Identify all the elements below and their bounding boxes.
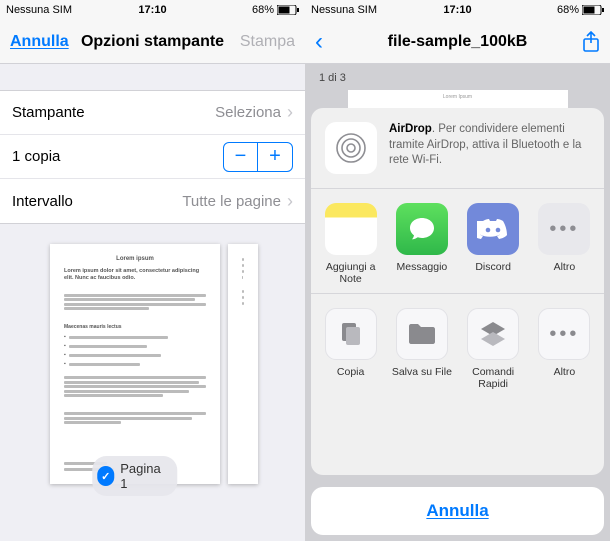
- printer-label: Stampante: [12, 104, 85, 121]
- carrier-label: Nessuna SIM: [6, 4, 72, 16]
- chevron-right-icon: ›: [287, 102, 293, 123]
- battery-icon: [277, 5, 299, 15]
- status-bar: Nessuna SIM 17:10 68%: [305, 0, 610, 20]
- doc-title: Lorem ipsum: [64, 256, 206, 262]
- notes-icon: [325, 203, 377, 255]
- page-thumbnail-next[interactable]: [228, 244, 258, 484]
- page-title: Opzioni stampante: [81, 33, 224, 51]
- apps-row: Aggiungi a Note Messaggio Discord •••: [311, 189, 604, 293]
- share-notes-button[interactable]: Aggiungi a Note: [317, 203, 385, 285]
- range-label: Intervallo: [12, 193, 73, 210]
- page-count: 1 di 3: [319, 72, 346, 84]
- copy-icon: [325, 308, 377, 360]
- page-badge[interactable]: ✓ Pagina 1: [92, 456, 177, 496]
- minus-button[interactable]: −: [224, 143, 258, 171]
- cancel-button[interactable]: Annulla: [10, 33, 69, 51]
- navbar: Annulla Opzioni stampante Stampa: [0, 20, 305, 64]
- range-value: Tutte le pagine: [182, 193, 281, 210]
- printer-row[interactable]: Stampante Seleziona ›: [0, 91, 305, 135]
- share-sheet: AirDrop. Per condividere elementi tramit…: [305, 102, 610, 541]
- actions-row: Copia Salva su File Comandi Rapidi •••: [311, 294, 604, 398]
- navbar: ‹ file-sample_100kB: [305, 20, 610, 64]
- clock-label: 17:10: [138, 4, 166, 16]
- folder-icon: [396, 308, 448, 360]
- more-icon: •••: [538, 308, 590, 360]
- action-savefile-button[interactable]: Salva su File: [388, 308, 456, 390]
- doc-heading: Lorem ipsum dolor sit amet, consectetur …: [64, 268, 206, 282]
- preview-area: Lorem ipsum Lorem ipsum dolor sit amet, …: [0, 224, 305, 541]
- battery-icon: [582, 5, 604, 15]
- print-button[interactable]: Stampa: [240, 33, 295, 51]
- more-icon: •••: [538, 203, 590, 255]
- range-row[interactable]: Intervallo Tutte le pagine ›: [0, 179, 305, 223]
- shortcuts-icon: [467, 308, 519, 360]
- share-more-button[interactable]: ••• Altro: [530, 203, 598, 285]
- share-button[interactable]: [582, 31, 600, 53]
- battery-label: 68%: [252, 4, 274, 16]
- plus-button[interactable]: +: [258, 143, 292, 171]
- cancel-button[interactable]: Annulla: [311, 487, 604, 535]
- copies-row: 1 copia − +: [0, 135, 305, 179]
- back-button[interactable]: ‹: [315, 28, 323, 56]
- battery-label: 68%: [557, 4, 579, 16]
- options-list: Stampante Seleziona › 1 copia − + Interva…: [0, 90, 305, 224]
- status-bar: Nessuna SIM 17:10 68%: [0, 0, 305, 20]
- action-more-button[interactable]: ••• Altro: [530, 308, 598, 390]
- share-messages-button[interactable]: Messaggio: [388, 203, 456, 285]
- printer-value: Seleziona: [215, 104, 281, 121]
- action-copy-button[interactable]: Copia: [317, 308, 385, 390]
- airdrop-row[interactable]: AirDrop. Per condividere elementi tramit…: [311, 108, 604, 188]
- action-shortcuts-button[interactable]: Comandi Rapidi: [459, 308, 527, 390]
- airdrop-text: AirDrop. Per condividere elementi tramit…: [389, 122, 590, 174]
- print-options-screen: Nessuna SIM 17:10 68% Annulla Opzioni st…: [0, 0, 305, 541]
- copies-stepper[interactable]: − +: [223, 142, 293, 172]
- share-discord-button[interactable]: Discord: [459, 203, 527, 285]
- check-icon: ✓: [97, 466, 114, 486]
- airdrop-icon: [325, 122, 377, 174]
- clock-label: 17:10: [443, 4, 471, 16]
- copies-label: 1 copia: [12, 148, 60, 165]
- carrier-label: Nessuna SIM: [311, 4, 377, 16]
- discord-icon: [467, 203, 519, 255]
- share-icon: [582, 31, 600, 53]
- page-number-label: Pagina 1: [120, 461, 164, 491]
- messages-icon: [396, 203, 448, 255]
- chevron-right-icon: ›: [287, 191, 293, 212]
- share-sheet-screen: Nessuna SIM 17:10 68% ‹ file-sample_100k…: [305, 0, 610, 541]
- page-title: file-sample_100kB: [388, 33, 528, 51]
- page-thumbnail[interactable]: Lorem ipsum Lorem ipsum dolor sit amet, …: [50, 244, 220, 484]
